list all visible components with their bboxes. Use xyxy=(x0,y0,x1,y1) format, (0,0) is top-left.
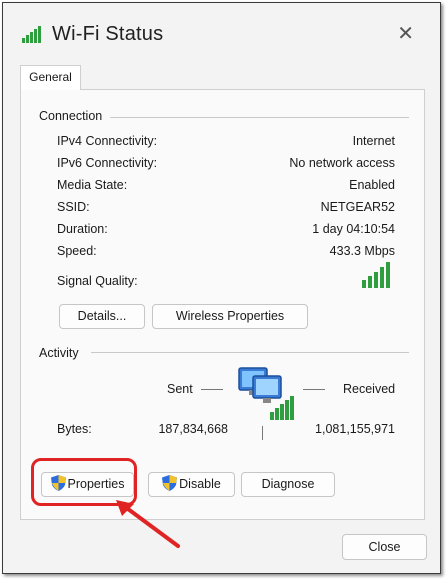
general-panel: Connection IPv4 Connectivity: Internet I… xyxy=(20,89,425,520)
annotation-arrow-icon xyxy=(116,500,180,548)
title-bar: Wi-Fi Status ✕ xyxy=(3,3,440,61)
wireless-properties-button[interactable]: Wireless Properties xyxy=(152,304,308,329)
received-label: Received xyxy=(343,382,396,396)
details-button[interactable]: Details... xyxy=(59,304,145,329)
diagnose-button[interactable]: Diagnose xyxy=(241,472,335,497)
disable-label: Disable xyxy=(179,477,221,491)
sent-line xyxy=(201,389,223,390)
ipv6-value: No network access xyxy=(289,156,395,170)
ipv4-value: Internet xyxy=(352,134,395,148)
ipv6-label: IPv6 Connectivity: xyxy=(57,156,158,170)
activity-heading: Activity xyxy=(39,346,87,360)
signal-bars-icon xyxy=(362,262,390,288)
ssid-value: NETGEAR52 xyxy=(320,200,395,214)
duration-value: 1 day 04:10:54 xyxy=(312,222,395,236)
activity-divider xyxy=(91,352,409,353)
duration-label: Duration: xyxy=(57,222,108,236)
bytes-divider xyxy=(262,426,263,440)
media-state-value: Enabled xyxy=(349,178,395,192)
bytes-label: Bytes: xyxy=(57,422,92,436)
connection-heading: Connection xyxy=(39,109,111,123)
media-state-label: Media State: xyxy=(57,178,128,192)
wifi-signal-icon xyxy=(22,26,41,43)
received-line xyxy=(303,389,325,390)
window-title: Wi-Fi Status xyxy=(52,23,164,45)
ipv4-label: IPv4 Connectivity: xyxy=(57,134,158,148)
speed-label: Speed: xyxy=(57,244,97,258)
connection-divider xyxy=(107,117,409,118)
tab-general[interactable]: General xyxy=(20,65,81,90)
close-icon[interactable]: ✕ xyxy=(397,23,414,43)
close-button[interactable]: Close xyxy=(342,534,427,560)
sent-label: Sent xyxy=(167,382,193,396)
network-computers-icon xyxy=(238,367,294,420)
speed-value: 433.3 Mbps xyxy=(329,244,395,258)
uac-shield-icon xyxy=(162,475,178,491)
bytes-sent-value: 187,834,668 xyxy=(158,422,228,436)
bytes-received-value: 1,081,155,971 xyxy=(315,422,395,436)
signal-quality-label: Signal Quality: xyxy=(57,274,138,288)
ssid-label: SSID: xyxy=(57,200,90,214)
